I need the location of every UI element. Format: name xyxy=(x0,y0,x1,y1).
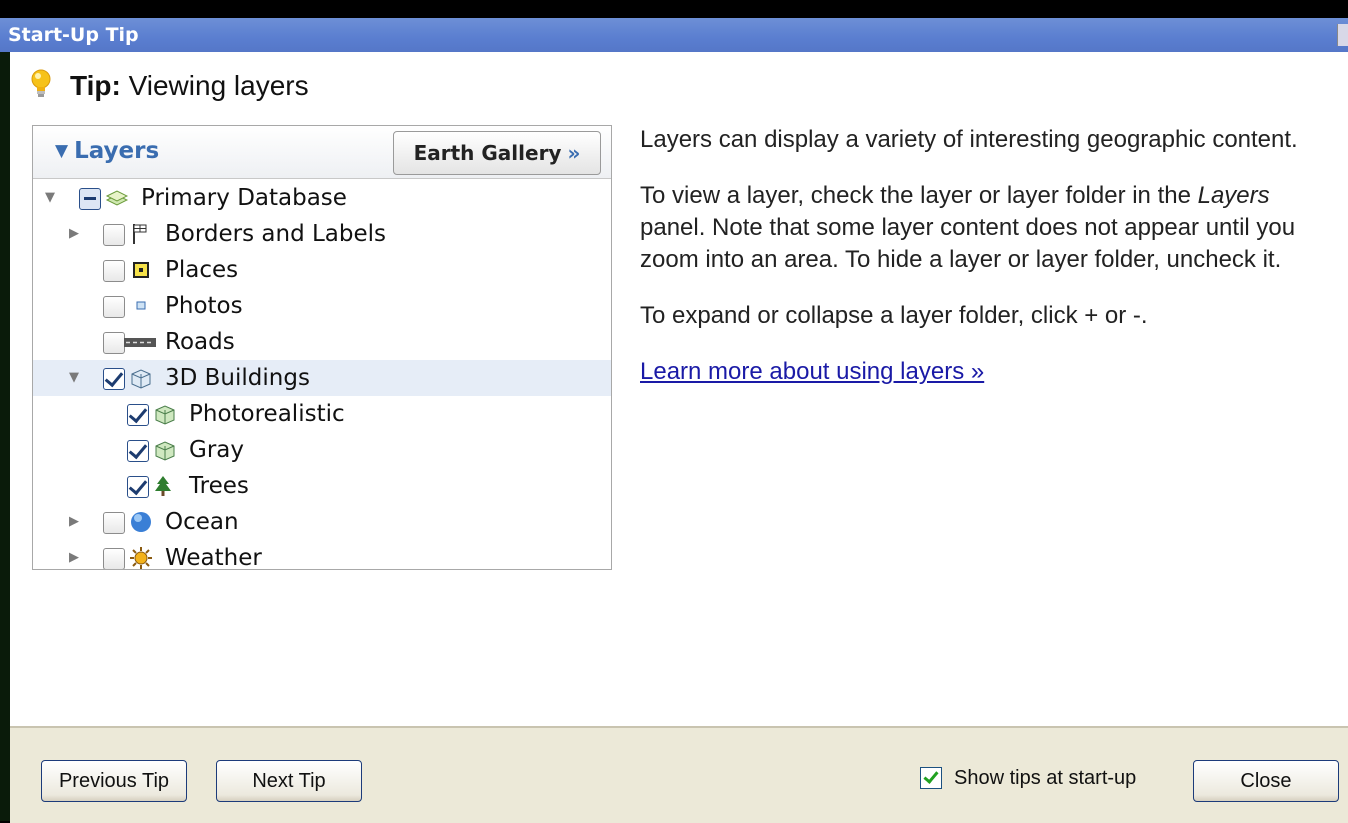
dialog-footer: Previous Tip Next Tip Show tips at start… xyxy=(10,726,1348,823)
layer-row-trees: Trees xyxy=(33,468,611,504)
layers-panel-header: ▼ Layers Earth Gallery» xyxy=(33,126,611,179)
layer-checkbox xyxy=(103,368,125,390)
layer-label: Weather xyxy=(165,545,262,570)
layer-row-places: Places xyxy=(33,252,611,288)
database-icon xyxy=(105,190,129,206)
tree-icon xyxy=(155,476,171,496)
layer-checkbox xyxy=(103,224,125,246)
double-chevron-icon: » xyxy=(567,141,581,165)
road-icon xyxy=(124,338,156,347)
layer-checkbox xyxy=(127,476,149,498)
tip-title: Viewing layers xyxy=(128,70,309,101)
show-tips-label: Show tips at start-up xyxy=(954,767,1137,789)
close-window-button[interactable] xyxy=(1337,24,1348,46)
layers-panel-image: ▼ Layers Earth Gallery» ▼ Primary Databas… xyxy=(32,125,612,570)
layer-row-3d-buildings: ▼ 3D Buildings xyxy=(33,360,611,396)
close-button[interactable]: Close xyxy=(1193,760,1339,802)
collapse-triangle-icon: ▼ xyxy=(55,141,69,161)
layer-row-ocean: ▶ Ocean xyxy=(33,504,611,540)
description-text: To view a layer, check the layer or laye… xyxy=(640,182,1198,209)
expand-arrow-icon: ▶ xyxy=(69,550,79,565)
layer-row-borders-and-labels: ▶ Borders and Labels xyxy=(33,216,611,252)
description-paragraph-2: To view a layer, check the layer or laye… xyxy=(640,180,1330,276)
expand-arrow-icon: ▶ xyxy=(69,514,79,529)
layer-checkbox xyxy=(103,512,125,534)
layer-label: Gray xyxy=(189,437,244,463)
expand-arrow-icon: ▼ xyxy=(69,370,79,385)
layer-checkbox xyxy=(103,548,125,569)
title-bar[interactable]: Start-Up Tip xyxy=(0,18,1348,52)
layer-checkbox xyxy=(127,440,149,462)
building-icon xyxy=(131,369,151,389)
layer-checkbox xyxy=(127,404,149,426)
tip-prefix: Tip: xyxy=(70,70,121,101)
layer-checkbox xyxy=(103,296,125,318)
layer-checkbox xyxy=(103,260,125,282)
building-icon xyxy=(155,405,175,425)
layer-row-photos: Photos xyxy=(33,288,611,324)
layer-label: Places xyxy=(165,257,239,283)
layers-panel-title: ▼ Layers xyxy=(55,138,159,164)
layer-checkbox xyxy=(79,188,101,210)
description-paragraph-3: To expand or collapse a layer folder, cl… xyxy=(640,302,1148,329)
expand-arrow-icon: ▼ xyxy=(45,190,55,205)
lightbulb-icon xyxy=(31,69,51,97)
building-icon xyxy=(155,441,175,461)
layer-label: Photorealistic xyxy=(189,401,345,427)
tip-description: Layers can display a variety of interest… xyxy=(640,124,1330,412)
layer-checkbox xyxy=(103,332,125,354)
description-paragraph-1: Layers can display a variety of interest… xyxy=(640,126,1298,153)
layer-label: Roads xyxy=(165,329,235,355)
next-tip-button[interactable]: Next Tip xyxy=(216,760,362,802)
layer-label: Photos xyxy=(165,293,243,319)
description-emphasis: Layers xyxy=(1197,182,1270,209)
startup-tip-dialog: Start-Up Tip Tip: Viewing layers ▼ Layers… xyxy=(0,0,1348,823)
earth-gallery-label: Earth Gallery xyxy=(413,141,562,165)
layer-row-photorealistic: Photorealistic xyxy=(33,396,611,432)
earth-gallery-button: Earth Gallery» xyxy=(393,131,601,175)
tip-heading: Tip: Viewing layers xyxy=(70,70,309,106)
layer-row-primary-database: ▼ Primary Database xyxy=(33,180,611,216)
window-left-edge xyxy=(0,52,10,821)
tip-content: Tip: Viewing layers ▼ Layers Earth Galler… xyxy=(10,52,1348,726)
photo-icon xyxy=(136,301,146,310)
layer-label: Trees xyxy=(189,473,249,499)
layer-label: Borders and Labels xyxy=(165,221,387,247)
layer-label: Primary Database xyxy=(141,185,347,211)
sun-icon xyxy=(130,547,152,569)
checkbox-checked-icon[interactable] xyxy=(920,767,942,789)
places-icon xyxy=(133,262,149,278)
previous-tip-button[interactable]: Previous Tip xyxy=(41,760,187,802)
layer-row-weather: ▶ Weather xyxy=(33,540,611,570)
layer-row-roads: Roads xyxy=(33,324,611,360)
window-title: Start-Up Tip xyxy=(8,24,139,46)
flag-icon xyxy=(133,224,147,244)
layer-row-gray: Gray xyxy=(33,432,611,468)
layer-label: 3D Buildings xyxy=(165,365,310,391)
expand-arrow-icon: ▶ xyxy=(69,226,79,241)
layer-label: Ocean xyxy=(165,509,239,535)
learn-more-link[interactable]: Learn more about using layers » xyxy=(640,358,984,385)
layers-title-text: Layers xyxy=(74,138,160,164)
globe-icon xyxy=(131,512,151,532)
description-text: panel. Note that some layer content does… xyxy=(640,214,1296,273)
